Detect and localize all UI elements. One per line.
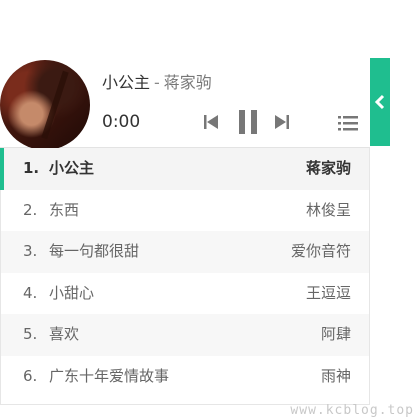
- track-number: 1.: [23, 159, 40, 177]
- track-number: 6.: [23, 366, 38, 385]
- track-artist: 爱你音符: [290, 242, 351, 260]
- playlist-item[interactable]: 2. 东西 林俊呈: [1, 190, 369, 232]
- track-artist: 阿肆: [320, 325, 351, 343]
- pause-icon: [239, 110, 257, 134]
- track-artist: 林俊呈: [305, 200, 351, 219]
- playlist-toggle-button[interactable]: [338, 115, 358, 131]
- track-artist: 雨神: [320, 366, 351, 385]
- track-artist: 蒋家驹: [305, 159, 351, 177]
- site-watermark: www.kcblog.top: [290, 403, 414, 418]
- collapse-player-button[interactable]: [370, 58, 390, 146]
- track-name: 广东十年爱情故事: [49, 366, 170, 385]
- track-name: 每一句都很甜: [49, 242, 140, 260]
- track-name: 小公主: [49, 159, 95, 177]
- current-time: 0:00: [102, 112, 141, 132]
- next-icon: [275, 115, 289, 129]
- title-separator: -: [154, 73, 160, 92]
- now-playing-title: 小公主 - 蒋家驹: [102, 69, 212, 93]
- track-artist: 王逗逗: [305, 283, 351, 302]
- pause-button[interactable]: [237, 109, 259, 135]
- music-player: 小公主 - 蒋家驹 0:00: [0, 55, 370, 150]
- next-button[interactable]: [274, 113, 290, 131]
- playlist-item[interactable]: 6. 广东十年爱情故事 雨神: [1, 356, 369, 398]
- track-name: 东西: [49, 200, 80, 219]
- song-title: 小公主: [102, 73, 151, 92]
- song-artist: 蒋家驹: [163, 73, 212, 92]
- chevron-left-icon: [374, 94, 385, 110]
- playlist-item[interactable]: 5. 喜欢 阿肆: [1, 314, 369, 356]
- track-number: 4.: [23, 283, 38, 302]
- track-number: 3.: [23, 242, 38, 260]
- track-number: 2.: [23, 200, 38, 219]
- track-name: 喜欢: [49, 325, 80, 343]
- previous-button[interactable]: [203, 113, 219, 131]
- track-name: 小甜心: [49, 283, 95, 302]
- playlist: 1. 小公主 蒋家驹 2. 东西 林俊呈 3. 每一句都很甜 爱你音符 4. 小…: [0, 148, 370, 405]
- list-icon: [338, 116, 358, 131]
- album-cover-image: [0, 60, 90, 150]
- track-number: 5.: [23, 325, 38, 343]
- prev-icon: [204, 115, 218, 129]
- playlist-item[interactable]: 4. 小甜心 王逗逗: [1, 273, 369, 315]
- playlist-item[interactable]: 1. 小公主 蒋家驹: [0, 148, 369, 190]
- playlist-item[interactable]: 3. 每一句都很甜 爱你音符: [1, 231, 369, 273]
